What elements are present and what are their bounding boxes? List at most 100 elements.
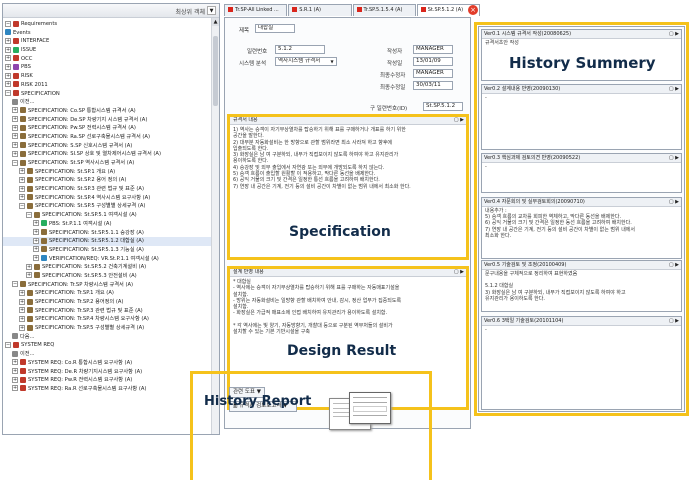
collapse-icon[interactable]: − bbox=[5, 90, 11, 96]
tree-row[interactable]: + SPECIFICATION: St.SP.5.1.3 기능실 (A) bbox=[3, 246, 211, 255]
tree-row[interactable]: − SPECIFICATION: St.SP.5.1 여객시설 (A) bbox=[3, 211, 211, 220]
tree-row[interactable]: + SYSTEM REQ: Co.R 통합시스템 요구사항 (A) bbox=[3, 359, 211, 368]
tree-row[interactable]: + PBS bbox=[3, 63, 211, 72]
expand-icon[interactable]: + bbox=[33, 246, 39, 253]
expand-icon[interactable]: + bbox=[26, 272, 32, 279]
tree-row[interactable]: + SPECIFICATION: St.SP.5.3 안전설비 (A) bbox=[3, 272, 211, 281]
expand-icon[interactable]: + bbox=[33, 229, 39, 235]
expand-icon[interactable]: + bbox=[5, 55, 11, 62]
expand-icon[interactable]: + bbox=[5, 72, 11, 79]
tree-row[interactable]: + SPECIFICATION: Ra.SP 선로구축물시스템 규격서 (A) bbox=[3, 133, 211, 142]
tree-row[interactable]: 다음... bbox=[3, 333, 211, 342]
expand-icon[interactable]: + bbox=[5, 37, 11, 44]
expand-icon[interactable]: + bbox=[19, 315, 25, 322]
expand-icon[interactable]: + bbox=[12, 116, 18, 123]
tree-row[interactable]: + SPECIFICATION: St.SP.5.1.2 대합실 (A) bbox=[3, 237, 211, 246]
tree-row[interactable]: − SPECIFICATION: St.SP.5 구성별별 상세규격 (A) bbox=[3, 202, 211, 211]
type-select[interactable]: 역사시스템 규격서 ▼ bbox=[275, 57, 337, 66]
tree-row[interactable]: + SPECIFICATION: Co.SP 통합시스템 규격서 (A) bbox=[3, 107, 211, 116]
tree-row[interactable]: + SPECIFICATION: SI.SP 상호 및 열차제어시스템 규격서 (… bbox=[3, 150, 211, 159]
tree-row[interactable]: + SPECIFICATION: St.SP.5.2 건축기계설비 (A) bbox=[3, 263, 211, 272]
expand-icon[interactable]: + bbox=[12, 142, 18, 149]
expand-icon[interactable]: + bbox=[19, 307, 25, 314]
tree-scroll-thumb[interactable] bbox=[213, 36, 218, 106]
expand-icon[interactable]: + bbox=[19, 194, 25, 201]
expand-icon[interactable]: + bbox=[5, 81, 11, 88]
tab-0[interactable]: Tr.SP-All Linked ... bbox=[224, 4, 288, 16]
collapse-icon[interactable]: − bbox=[19, 202, 25, 209]
tree-row[interactable]: − SPECIFICATION bbox=[3, 90, 211, 99]
expand-icon[interactable]: + bbox=[12, 107, 18, 114]
tree-sort-label[interactable]: 최상위 객체 bbox=[175, 7, 205, 16]
tree-row[interactable]: + RISK 2011 bbox=[3, 81, 211, 90]
tree-row[interactable]: + OCC bbox=[3, 55, 211, 64]
tree-row[interactable]: + SPECIFICATION: St.SP.4 역사시스템 요구사항 (A) bbox=[3, 194, 211, 203]
tree-row[interactable]: + SYSTEM REQ: De.R 차량기지시스템 요구사항 (A) bbox=[3, 368, 211, 377]
expand-icon[interactable]: + bbox=[12, 150, 18, 157]
collapse-icon[interactable]: − bbox=[12, 281, 18, 288]
tree-row[interactable]: − SPECIFICATION: Tr.SP 차량시스템 규격서 (A) bbox=[3, 281, 211, 290]
object-tree[interactable]: 최상위 객체 ▼ − Requirements Events + INTERFACE + I… bbox=[2, 3, 220, 435]
tree-row[interactable]: − SYSTEM REQ bbox=[3, 341, 211, 350]
expand-icon[interactable]: + bbox=[19, 298, 25, 305]
tree-row[interactable]: + SPECIFICATION: St.SP.3 관련 법규 및 표준 (A) bbox=[3, 185, 211, 194]
collapse-icon[interactable]: − bbox=[5, 341, 11, 348]
tree-row[interactable]: + SPECIFICATION: Pw.SP 전력시스템 규격서 (A) bbox=[3, 124, 211, 133]
tree-item-icon bbox=[34, 211, 40, 218]
expand-icon[interactable]: + bbox=[19, 289, 25, 296]
tree-header-dropdown[interactable]: ▼ bbox=[207, 6, 216, 15]
tab-2[interactable]: Tr.SP.5.1.5.4 (A) bbox=[352, 4, 416, 16]
tree-row[interactable]: + ISSUE bbox=[3, 46, 211, 55]
expand-icon[interactable]: + bbox=[12, 376, 18, 383]
tree-row[interactable]: + RISK bbox=[3, 72, 211, 81]
expand-icon[interactable]: + bbox=[5, 46, 11, 53]
expand-icon[interactable]: + bbox=[12, 359, 18, 366]
scroll-up-icon[interactable]: ▲ bbox=[212, 18, 219, 26]
close-tab-icon[interactable]: × bbox=[468, 5, 478, 15]
tree-row[interactable]: 이전... bbox=[3, 98, 211, 107]
id-field[interactable]: 5.1.2 bbox=[275, 45, 325, 54]
tree-row[interactable]: + SPECIFICATION: Tr.SP.4 차량시스템 요구사항 (A) bbox=[3, 315, 211, 324]
tree-row[interactable]: Events bbox=[3, 29, 211, 38]
expand-icon[interactable]: + bbox=[12, 385, 18, 392]
old-id-field: St.SP.5.1.2 bbox=[423, 102, 463, 111]
tree-row[interactable]: + VERIFICATION/REQ: VR.St.P.1.1 여객시설 (A) bbox=[3, 255, 211, 264]
tree-item-icon bbox=[20, 133, 26, 140]
expand-icon[interactable]: + bbox=[12, 133, 18, 140]
expand-icon[interactable]: + bbox=[19, 324, 25, 331]
tree-row[interactable]: + SPECIFICATION: Tr.SP.1 개요 (A) bbox=[3, 289, 211, 298]
expand-icon[interactable]: + bbox=[5, 63, 11, 70]
expand-icon[interactable]: + bbox=[12, 124, 18, 131]
collapse-icon[interactable]: − bbox=[26, 211, 32, 218]
tree-item-icon bbox=[41, 220, 47, 227]
tree-row[interactable]: − SPECIFICATION: St.SP 역사시스템 규격서 (A) bbox=[3, 159, 211, 168]
tree-row[interactable]: 이전... bbox=[3, 350, 211, 359]
tree-row[interactable]: + SPECIFICATION: Tr.SP.3 관련 법규 및 표준 (A) bbox=[3, 307, 211, 316]
expand-icon[interactable]: + bbox=[33, 237, 39, 244]
expand-icon[interactable]: + bbox=[12, 368, 18, 374]
tree-row[interactable]: + SPECIFICATION: St.SP.1 개요 (A) bbox=[3, 168, 211, 177]
expand-icon[interactable]: + bbox=[33, 255, 39, 262]
tree-row[interactable]: + SYSTEM REQ: Pw.R 전력시스템 요구사항 (A) bbox=[3, 376, 211, 385]
tree-row[interactable]: + PBS: St.P.1.1 여객시설 (A) bbox=[3, 220, 211, 229]
expand-icon[interactable]: + bbox=[33, 220, 39, 227]
expand-icon[interactable]: + bbox=[19, 185, 25, 192]
collapse-icon[interactable]: − bbox=[5, 20, 11, 27]
expand-icon[interactable]: + bbox=[19, 176, 25, 183]
tree-row[interactable]: + SPECIFICATION: St.SP.5.1.1 승강장 (A) bbox=[3, 229, 211, 238]
tab-1[interactable]: S.R.1 (A) bbox=[288, 4, 352, 16]
tree-row[interactable]: + SPECIFICATION: De.SP 차량기지 시스템 규격서 (A) bbox=[3, 116, 211, 125]
tree-row[interactable]: + SPECIFICATION: St.SP.2 용어 정의 (A) bbox=[3, 176, 211, 185]
title-field[interactable]: 대합실 bbox=[255, 24, 295, 33]
expand-icon[interactable]: + bbox=[19, 168, 25, 175]
tree-row[interactable]: + SPECIFICATION: Tr.SP.2 용어정의 (A) bbox=[3, 298, 211, 307]
tree-row[interactable]: + SPECIFICATION: S.SP 신호시스템 규격서 (A) bbox=[3, 142, 211, 151]
collapse-icon[interactable]: − bbox=[12, 159, 18, 166]
chevron-down-icon[interactable]: ▼ bbox=[329, 59, 335, 64]
tree-row[interactable]: + INTERFACE bbox=[3, 37, 211, 46]
tree-row-label: INTERFACE bbox=[21, 38, 50, 45]
tree-row[interactable]: + SPECIFICATION: Tr.SP.5 구성별별 상세규격 (A) bbox=[3, 324, 211, 333]
tree-row[interactable]: + SYSTEM REQ: Ra.R 선로구축물시스템 요구사항 (A) bbox=[3, 385, 211, 394]
tree-row[interactable]: − Requirements bbox=[3, 20, 211, 29]
expand-icon[interactable]: + bbox=[26, 263, 32, 270]
